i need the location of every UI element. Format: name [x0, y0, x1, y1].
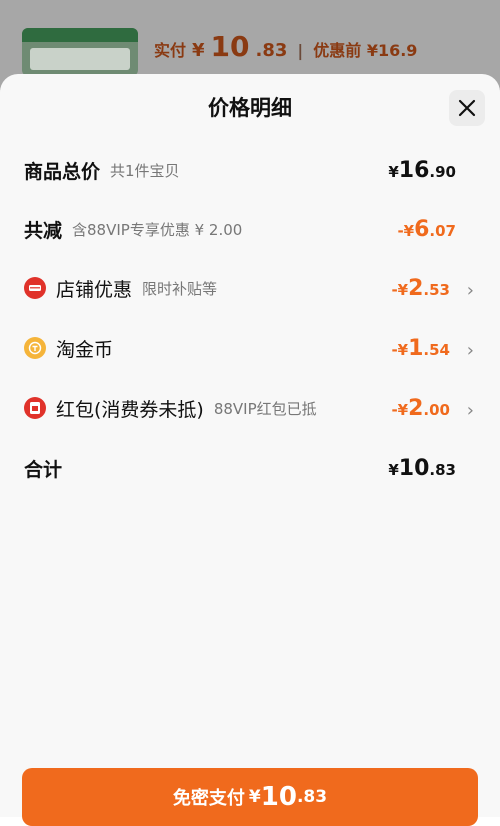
amount-integer: 16	[398, 157, 430, 183]
amount-currency: -¥	[397, 221, 415, 240]
amount-integer: 2	[408, 395, 424, 421]
row-amount: -¥ 6.07	[397, 217, 456, 242]
row-taojinbi[interactable]: 淘金币 -¥ 1.54 ›	[24, 332, 476, 364]
amount-currency: -¥	[391, 400, 409, 419]
close-button[interactable]	[449, 90, 485, 126]
row-amount: ¥10.83	[388, 456, 456, 481]
coin-icon	[24, 337, 46, 359]
amount-currency: -¥	[391, 340, 409, 359]
price-detail-sheet: 价格明细 商品总价 共1件宝贝 ¥16.90 共减 含88VIP专享优惠 ¥ 2…	[0, 74, 500, 826]
amount-integer: 6	[414, 216, 430, 242]
password-free-pay-button[interactable]: 免密支付 ¥10.83	[22, 768, 478, 826]
paid-currency: ¥	[192, 40, 205, 61]
row-sub: 88VIP红包已抵	[213, 399, 317, 418]
chevron-right-icon: ›	[466, 340, 474, 361]
product-thumbnail	[22, 28, 138, 76]
amount-decimal: .53	[423, 280, 450, 299]
row-grand-total: 合计 ¥10.83	[24, 452, 476, 484]
price-separator: |	[297, 41, 304, 60]
amount-currency: ¥	[388, 162, 399, 181]
row-amount: -¥ 1.54	[391, 336, 450, 361]
close-icon	[458, 99, 476, 117]
row-sub: 含88VIP专享优惠 ¥ 2.00	[72, 220, 243, 239]
paid-integer: 10	[210, 30, 250, 63]
paid-decimal: .83	[255, 40, 288, 61]
row-total-discount: 共减 含88VIP专享优惠 ¥ 2.00 -¥ 6.07	[24, 213, 476, 245]
header-price: 实付 ¥ 10.83 | 优惠前 ¥16.9	[154, 30, 417, 66]
amount-decimal: .54	[423, 340, 450, 359]
sheet-title: 价格明细	[208, 96, 292, 120]
row-label: 店铺优惠	[56, 278, 133, 301]
row-label: 共减	[24, 219, 63, 242]
amount-integer: 10	[398, 455, 430, 481]
pay-button-decimal: .83	[296, 787, 328, 807]
amount-currency: -¥	[391, 280, 409, 299]
row-label: 商品总价	[24, 160, 101, 183]
row-red-packet[interactable]: 红包(消费券未抵) 88VIP红包已抵 -¥ 2.00 ›	[24, 392, 476, 424]
row-item-total: 商品总价 共1件宝贝 ¥16.90	[24, 154, 476, 186]
amount-integer: 1	[408, 335, 424, 361]
amount-decimal: .00	[423, 400, 450, 419]
pay-button-integer: 10	[260, 782, 297, 812]
red-packet-icon	[24, 397, 46, 419]
amount-currency: ¥	[388, 460, 399, 479]
row-sub: 限时补贴等	[142, 279, 218, 298]
amount-integer: 2	[408, 275, 424, 301]
chevron-right-icon: ›	[466, 280, 474, 301]
amount-decimal: .90	[429, 162, 456, 181]
pay-button-label: 免密支付	[172, 788, 245, 809]
amount-decimal: .07	[429, 221, 456, 240]
before-discount-price: 优惠前 ¥16.9	[313, 41, 418, 60]
row-amount: ¥16.90	[388, 158, 456, 183]
paid-label: 实付	[154, 41, 187, 60]
row-amount: -¥ 2.00	[391, 396, 450, 421]
row-amount: -¥ 2.53	[391, 276, 450, 301]
pay-button-currency: ¥	[248, 787, 261, 807]
row-sub: 共1件宝贝	[110, 161, 180, 180]
row-label: 红包(消费券未抵)	[56, 398, 204, 421]
amount-decimal: .83	[429, 460, 456, 479]
shop-icon	[24, 277, 46, 299]
chevron-right-icon: ›	[466, 400, 474, 421]
row-label: 合计	[24, 458, 63, 481]
row-label: 淘金币	[56, 338, 114, 361]
row-shop-discount[interactable]: 店铺优惠 限时补贴等 -¥ 2.53 ›	[24, 272, 476, 304]
